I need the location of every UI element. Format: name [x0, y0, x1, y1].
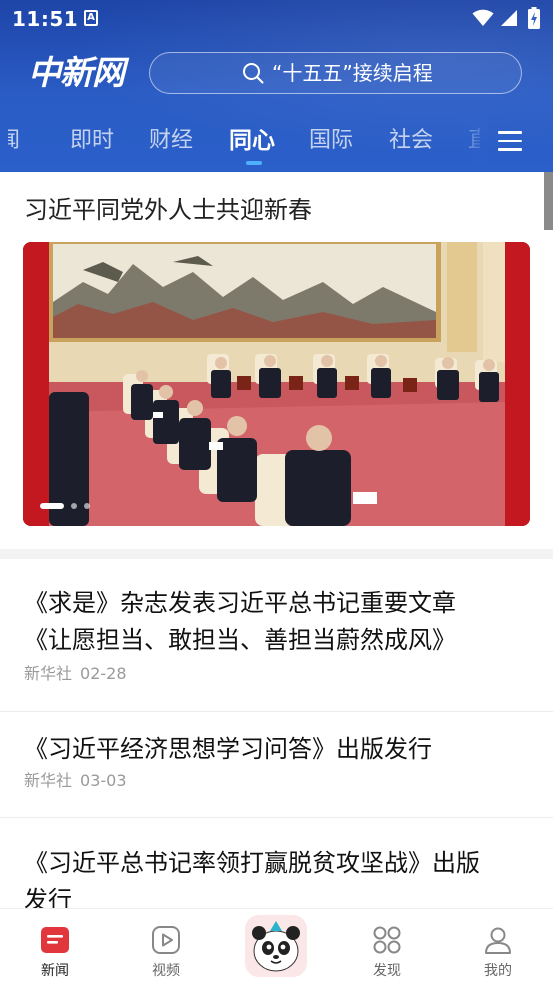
status-bar: 11:51 A: [0, 0, 553, 38]
tab-news-partial[interactable]: 闻: [8, 126, 20, 156]
status-time: 11:51: [12, 7, 79, 31]
video-play-icon: [152, 926, 180, 954]
channel-tabs: 闻 即时 财经 同心 国际 社会 直: [0, 118, 480, 170]
menu-icon[interactable]: [498, 131, 522, 151]
featured-carousel-image[interactable]: [23, 242, 530, 526]
active-tab-indicator: [246, 161, 262, 165]
news-meta: 新华社 03-03: [24, 770, 127, 792]
carousel-dot-2[interactable]: [71, 503, 77, 509]
search-placeholder[interactable]: “十五五”接续启程: [272, 61, 433, 85]
tab-tongxin[interactable]: 同心: [229, 126, 275, 156]
tab-international[interactable]: 国际: [309, 126, 353, 156]
app-logo[interactable]: 中新网: [28, 52, 126, 94]
nav-label: 视频: [152, 963, 180, 979]
carousel-dot-1[interactable]: [40, 503, 64, 509]
search-icon: [243, 63, 264, 84]
nav-label: 我的: [484, 963, 512, 979]
nav-profile[interactable]: 我的: [458, 909, 538, 984]
featured-title[interactable]: 习近平同党外人士共迎新春: [24, 194, 312, 226]
scrollbar[interactable]: [544, 172, 553, 230]
nav-center: [236, 909, 316, 984]
news-list-item[interactable]: 《习近平经济思想学习问答》出版发行 新华社 03-03: [0, 712, 553, 818]
tab-instant[interactable]: 即时: [70, 126, 114, 156]
bottom-navigation: 新闻 视频 发现 我的: [0, 908, 553, 984]
discover-grid-icon: [373, 926, 401, 954]
news-title: 《习近平经济思想学习问答》出版发行: [24, 735, 432, 763]
nav-video[interactable]: 视频: [126, 909, 206, 984]
battery-charging-icon: [528, 7, 540, 29]
news-date: 02-28: [80, 664, 127, 683]
news-meta: 新华社 02-28: [24, 663, 127, 685]
cell-signal-icon: [501, 10, 517, 26]
news-icon: [41, 927, 69, 953]
news-source: 新华社: [24, 664, 73, 683]
meeting-photo: [23, 242, 530, 526]
carousel-dot-3[interactable]: [84, 503, 90, 509]
tab-society[interactable]: 社会: [389, 126, 433, 156]
app-screen: 11:51 A 中新网 “十五五”接续启程 闻 即时 财经 同心 国际 社会 习…: [0, 0, 553, 984]
nav-label: 发现: [373, 963, 401, 979]
user-profile-icon: [485, 927, 511, 954]
header: 11:51 A 中新网 “十五五”接续启程 闻 即时 财经 同心 国际 社会: [0, 0, 553, 172]
nav-label: 新闻: [41, 963, 69, 979]
tab-finance[interactable]: 财经: [149, 126, 193, 156]
tabs-fade: [448, 118, 488, 168]
section-divider: [0, 549, 553, 559]
nav-news[interactable]: 新闻: [15, 909, 95, 984]
news-list-item[interactable]: 《求是》杂志发表习近平总书记重要文章 《让愿担当、敢担当、善担当蔚然成风》 新华…: [0, 559, 553, 712]
notification-a-icon: A: [84, 10, 98, 26]
wifi-icon: [472, 9, 494, 26]
news-date: 03-03: [80, 771, 127, 790]
news-source: 新华社: [24, 771, 73, 790]
news-title: 《求是》杂志发表习近平总书记重要文章 《让愿担当、敢担当、善担当蔚然成风》: [24, 589, 456, 654]
news-list-item[interactable]: 《习近平总书记率领打赢脱贫攻坚战》出版 发行: [0, 818, 553, 918]
nav-discover[interactable]: 发现: [347, 909, 427, 984]
